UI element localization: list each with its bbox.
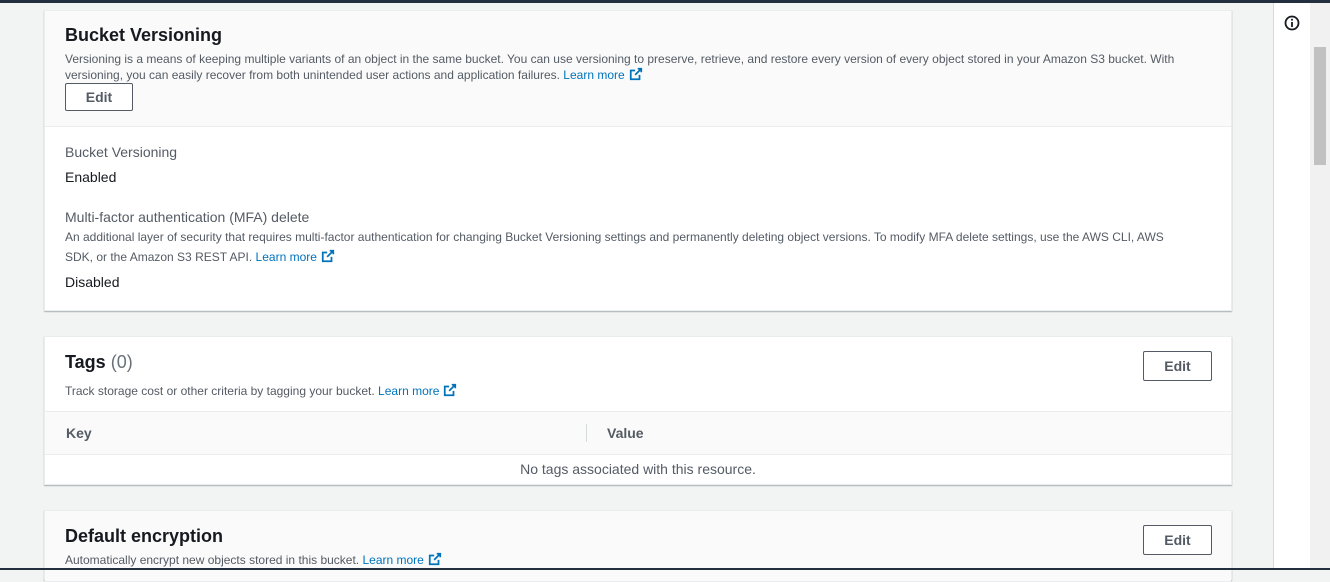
- bucket-versioning-panel: Bucket Versioning Versioning is a means …: [44, 10, 1232, 311]
- bucket-versioning-edit-button[interactable]: Edit: [65, 83, 133, 111]
- tags-learn-more-label: Learn more: [378, 384, 440, 398]
- top-nav-border: [0, 0, 1330, 3]
- default-encryption-edit-button[interactable]: Edit: [1143, 525, 1212, 555]
- default-encryption-header: Default encryption Automatically encrypt…: [45, 511, 1231, 582]
- tags-table-header: Key Value: [45, 411, 1231, 455]
- external-link-icon: [321, 249, 335, 263]
- mfa-delete-description: An additional layer of security that req…: [65, 227, 1185, 267]
- default-encryption-description-text: Automatically encrypt new objects stored…: [65, 553, 360, 567]
- mfa-delete-value: Disabled: [65, 274, 120, 290]
- tags-edit-button[interactable]: Edit: [1143, 351, 1212, 381]
- bucket-versioning-learn-more-link[interactable]: Learn more: [563, 67, 642, 82]
- mfa-delete-learn-more-label: Learn more: [255, 250, 317, 264]
- bucket-versioning-status-label: Bucket Versioning: [65, 144, 178, 160]
- mfa-delete-label: Multi-factor authentication (MFA) delete: [65, 209, 310, 225]
- tools-panel: [1273, 3, 1311, 568]
- bucket-versioning-learn-more-label: Learn more: [563, 68, 625, 82]
- tags-description-text: Track storage cost or other criteria by …: [65, 384, 375, 398]
- scrollbar-thumb[interactable]: [1314, 47, 1326, 165]
- bucket-versioning-title: Bucket Versioning: [65, 25, 223, 45]
- tags-empty-message: No tags associated with this resource.: [520, 461, 756, 477]
- tags-learn-more-link[interactable]: Learn more: [378, 383, 457, 398]
- external-link-icon: [629, 67, 642, 81]
- tags-title-text: Tags: [65, 352, 106, 372]
- default-encryption-learn-more-link[interactable]: Learn more: [362, 552, 441, 567]
- column-divider: [586, 424, 587, 442]
- bucket-versioning-description: Versioning is a means of keeping multipl…: [65, 51, 1215, 83]
- default-encryption-title: Default encryption: [65, 526, 224, 546]
- mfa-delete-learn-more-link[interactable]: Learn more: [255, 249, 335, 264]
- mfa-delete-description-text: An additional layer of security that req…: [65, 230, 1164, 264]
- column-header-value[interactable]: Value: [607, 425, 644, 441]
- default-encryption-learn-more-label: Learn more: [362, 553, 424, 567]
- tags-count: (0): [110, 352, 133, 372]
- tags-description: Track storage cost or other criteria by …: [65, 383, 457, 399]
- external-link-icon: [428, 552, 441, 566]
- tags-panel: Tags (0) Track storage cost or other cri…: [44, 336, 1232, 485]
- external-link-icon: [444, 383, 457, 397]
- bucket-versioning-status-value: Enabled: [65, 169, 117, 185]
- scrollbar[interactable]: [1310, 3, 1330, 568]
- column-header-key[interactable]: Key: [66, 425, 92, 441]
- bucket-versioning-header: Bucket Versioning Versioning is a means …: [45, 11, 1231, 127]
- info-icon[interactable]: [1284, 15, 1300, 31]
- default-encryption-description: Automatically encrypt new objects stored…: [65, 552, 442, 568]
- tags-title: Tags (0): [65, 352, 133, 373]
